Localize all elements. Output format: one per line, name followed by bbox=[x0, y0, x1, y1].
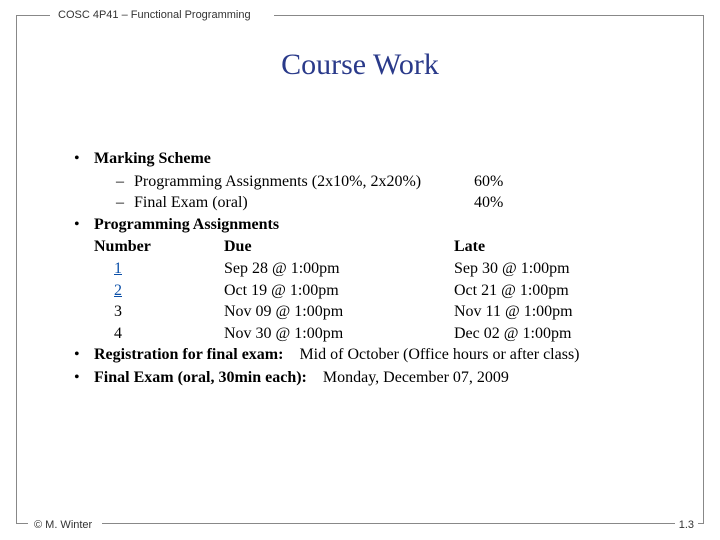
scheme-item-pct: 60% bbox=[474, 171, 503, 193]
table-row: 3 Nov 09 @ 1:00pm Nov 11 @ 1:00pm bbox=[94, 301, 672, 323]
registration-value: Mid of October (Office hours or after cl… bbox=[299, 346, 579, 363]
due-cell: Nov 30 @ 1:00pm bbox=[224, 323, 454, 345]
footer-copyright: © M. Winter bbox=[30, 519, 96, 531]
table-row: 4 Nov 30 @ 1:00pm Dec 02 @ 1:00pm bbox=[94, 323, 672, 345]
frame-line bbox=[102, 523, 680, 524]
assignment-number: 4 bbox=[114, 325, 122, 342]
registration-label: Registration for final exam: bbox=[94, 346, 283, 363]
col-header-due: Due bbox=[224, 236, 454, 258]
scheme-item-label: Final Exam (oral) bbox=[134, 192, 474, 214]
final-exam-value: Monday, December 07, 2009 bbox=[323, 369, 509, 386]
col-header-number: Number bbox=[94, 236, 224, 258]
frame-line bbox=[698, 523, 704, 524]
due-cell: Oct 19 @ 1:00pm bbox=[224, 280, 454, 302]
assignment-link[interactable]: 1 bbox=[114, 260, 122, 277]
scheme-item-label: Programming Assignments (2x10%, 2x20%) bbox=[134, 171, 474, 193]
slide-number: 1.3 bbox=[675, 519, 698, 531]
late-cell: Oct 21 @ 1:00pm bbox=[454, 280, 672, 302]
bullet-icon: • bbox=[72, 148, 94, 170]
frame-line bbox=[16, 15, 50, 16]
frame-line bbox=[16, 15, 17, 524]
dash-icon: – bbox=[116, 192, 134, 214]
assignment-number: 3 bbox=[114, 303, 122, 320]
slide-content: • Marking Scheme – Programming Assignmen… bbox=[72, 148, 672, 390]
due-cell: Sep 28 @ 1:00pm bbox=[224, 258, 454, 280]
frame-line bbox=[274, 15, 704, 16]
course-header: COSC 4P41 – Functional Programming bbox=[54, 9, 255, 21]
marking-heading: Marking Scheme bbox=[94, 148, 672, 170]
bullet-icon: • bbox=[72, 344, 94, 366]
due-cell: Nov 09 @ 1:00pm bbox=[224, 301, 454, 323]
bullet-icon: • bbox=[72, 367, 94, 389]
assignment-link[interactable]: 2 bbox=[114, 282, 122, 299]
final-exam-label: Final Exam (oral, 30min each): bbox=[94, 369, 307, 386]
scheme-item-pct: 40% bbox=[474, 192, 503, 214]
late-cell: Nov 11 @ 1:00pm bbox=[454, 301, 672, 323]
table-row: 2 Oct 19 @ 1:00pm Oct 21 @ 1:00pm bbox=[94, 280, 672, 302]
col-header-late: Late bbox=[454, 236, 672, 258]
assignments-heading: Programming Assignments bbox=[94, 214, 672, 236]
slide-title: Course Work bbox=[0, 48, 720, 82]
frame-line bbox=[703, 15, 704, 524]
late-cell: Dec 02 @ 1:00pm bbox=[454, 323, 672, 345]
frame-line bbox=[16, 523, 28, 524]
table-row: 1 Sep 28 @ 1:00pm Sep 30 @ 1:00pm bbox=[94, 258, 672, 280]
late-cell: Sep 30 @ 1:00pm bbox=[454, 258, 672, 280]
dash-icon: – bbox=[116, 171, 134, 193]
bullet-icon: • bbox=[72, 214, 94, 236]
